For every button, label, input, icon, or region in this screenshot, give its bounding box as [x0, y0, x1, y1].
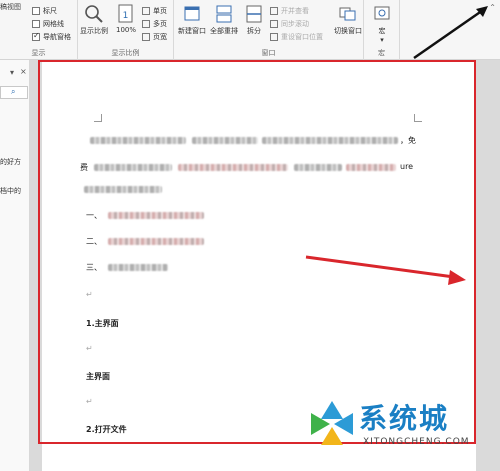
multi-page-icon [142, 19, 150, 28]
ruler-checkbox[interactable]: 标尺 [32, 5, 57, 16]
margin-corner-tr [414, 114, 422, 122]
zoom-button-label: 显示比例 [80, 27, 108, 35]
paragraph-mark: ↵ [86, 397, 93, 406]
reset-position-label: 重设窗口位置 [281, 32, 323, 41]
list-item-2-marker: 二、 [86, 237, 102, 246]
switch-window-icon [339, 7, 356, 21]
page-width-button[interactable]: 页宽 [142, 31, 167, 42]
text-fragment: ure [400, 162, 414, 171]
sync-scroll-button[interactable]: 同步滚动 [270, 18, 309, 29]
blurred-text [192, 137, 258, 144]
multi-page-label: 多页 [153, 19, 167, 28]
margin-corner-tl [94, 114, 102, 122]
new-window-label: 新建窗口 [178, 27, 206, 35]
reset-position-button[interactable]: 重设窗口位置 [270, 31, 323, 42]
navigation-pane: ▾ × ⌕ 的好方 档中的 [0, 60, 30, 471]
blurred-text-underlined [178, 164, 288, 171]
switch-window-button[interactable]: 切换窗口 [334, 4, 362, 36]
macros-group-label: 宏 [378, 49, 385, 57]
arrange-all-icon [216, 5, 232, 23]
heading-open-file: 2.打开文件 [86, 425, 127, 434]
show-group: 标尺 网格线 导航窗格 显示 [0, 0, 78, 60]
paragraph-mark: ↵ [86, 344, 93, 353]
macros-dropdown-icon[interactable]: ▾ [372, 36, 392, 44]
reset-position-icon [270, 32, 278, 41]
show-group-label: 显示 [31, 49, 46, 57]
page-width-icon [142, 32, 150, 41]
single-page-label: 单页 [153, 6, 167, 15]
watermark: 系统城 XITONGCHENG.COM [305, 393, 500, 471]
new-window-icon [184, 6, 200, 21]
nav-result-text-1: 的好方 [0, 158, 21, 166]
list-item-3-marker: 三、 [86, 263, 102, 272]
side-by-side-icon [270, 6, 278, 15]
page-width-label: 页宽 [153, 32, 167, 41]
watermark-text: 系统城 [359, 402, 450, 435]
zoom-100-label: 100% [116, 26, 137, 34]
multi-page-button[interactable]: 多页 [142, 18, 167, 29]
side-by-side-label: 开并查看 [281, 6, 309, 15]
text-fragment: 费 [80, 163, 88, 172]
blurred-text [84, 186, 162, 193]
watermark-url: XITONGCHENG.COM [363, 437, 470, 447]
split-icon [246, 5, 262, 23]
arrange-all-label: 全部重排 [210, 27, 238, 35]
svg-text:1: 1 [123, 11, 129, 21]
blurred-text [262, 137, 398, 144]
side-by-side-button[interactable]: 开并查看 [270, 5, 309, 16]
heading-main-interface-2: 主界面 [86, 372, 110, 381]
blurred-text [94, 164, 172, 171]
sync-scroll-label: 同步滚动 [281, 19, 309, 28]
heading-main-interface-1: 1.主界面 [86, 319, 119, 328]
nav-pane-checkbox-label: 导航窗格 [43, 32, 71, 41]
gridlines-checkbox-box[interactable] [32, 19, 40, 28]
ruler-checkbox-label: 标尺 [43, 6, 57, 15]
list-item-3-text [108, 264, 168, 271]
blurred-text-underlined [346, 164, 396, 171]
gridlines-checkbox-label: 网格线 [43, 19, 64, 28]
macros-button-label: 宏 [378, 27, 386, 35]
list-item-2-text [108, 238, 204, 245]
window-group: 新建窗口 全部重排 拆分 开并查看 同步滚动 重设窗口位置 切换窗口 窗口 [174, 0, 364, 60]
gridlines-checkbox[interactable]: 网格线 [32, 18, 64, 29]
switch-window-label: 切换窗口 [334, 27, 362, 35]
window-group-label: 窗口 [261, 49, 276, 57]
nav-pane-options-icon[interactable]: ▾ [10, 68, 14, 77]
nav-pane-close-icon[interactable]: × [20, 67, 27, 76]
text-fragment: ，免 [400, 136, 416, 145]
split-label: 拆分 [247, 27, 261, 35]
single-page-icon [142, 6, 150, 15]
nav-pane-checkbox-box[interactable] [32, 31, 40, 41]
nav-result-text-2: 档中的 [0, 187, 21, 195]
macros-button[interactable]: 宏 ▾ [372, 4, 392, 44]
single-page-button[interactable]: 单页 [142, 5, 167, 16]
nav-search-input[interactable]: ⌕ [0, 86, 28, 99]
list-item-1-text [108, 212, 204, 219]
macro-icon [374, 6, 390, 20]
ruler-checkbox-box[interactable] [32, 6, 40, 15]
paragraph-mark: ↵ [86, 290, 93, 299]
ribbon: 稿视图 标尺 网格线 导航窗格 显示 显示比例 1 [0, 0, 500, 60]
page-100-icon: 1 [118, 4, 133, 23]
blurred-text [294, 164, 342, 171]
zoom-button[interactable]: 显示比例 [80, 4, 108, 36]
blurred-text [90, 137, 186, 144]
zoom-group: 显示比例 1 100% 单页 多页 页宽 显示比例 [78, 0, 174, 60]
split-button[interactable]: 拆分 [244, 4, 264, 36]
new-window-button[interactable]: 新建窗口 [178, 4, 206, 36]
search-icon: ⌕ [11, 87, 16, 96]
watermark-logo-icon [311, 401, 353, 445]
sync-scroll-icon [270, 19, 278, 28]
macros-group: 宏 ▾ 宏 [364, 0, 400, 60]
arrange-all-button[interactable]: 全部重排 [210, 4, 238, 36]
ribbon-collapse-icon[interactable]: ⌃ [489, 3, 496, 12]
zoom-100-button[interactable]: 1 100% [116, 4, 136, 34]
magnifier-icon [85, 5, 103, 23]
nav-pane-checkbox[interactable]: 导航窗格 [32, 31, 71, 42]
list-item-1-marker: 一、 [86, 211, 102, 220]
zoom-group-label: 显示比例 [111, 49, 140, 57]
